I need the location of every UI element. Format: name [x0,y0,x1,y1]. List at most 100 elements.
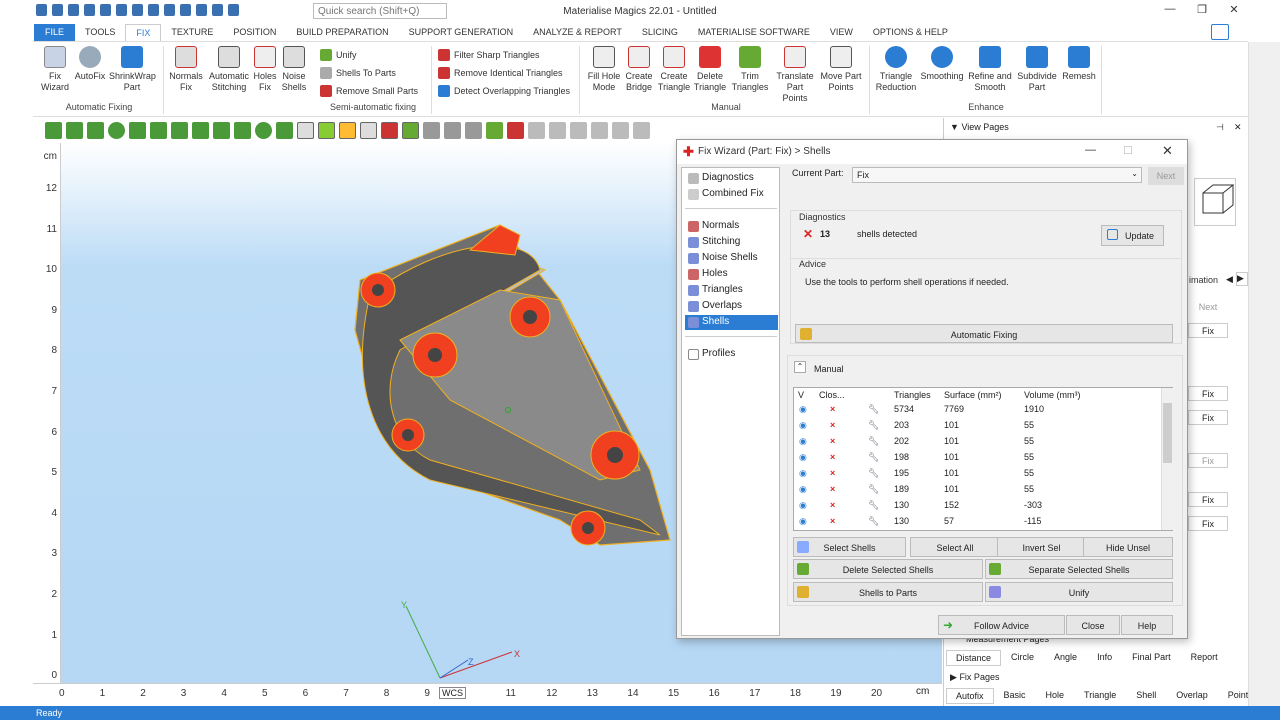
surface-select-icon[interactable] [87,121,104,139]
select-icon[interactable] [164,4,175,16]
eye-icon[interactable]: ◉ [799,484,807,495]
triangle-reduction-button[interactable]: Triangle Reduction [875,46,917,93]
dialog-maximize-icon[interactable]: ☐ [1123,144,1133,157]
menu-slicing[interactable]: SLICING [632,24,688,42]
quick-search-input[interactable] [313,3,447,19]
tab-angle[interactable]: Angle [1044,650,1087,666]
nav-noise-shells[interactable]: Noise Shells [685,251,778,266]
restore-icon[interactable]: ❐ [1192,3,1212,19]
right-fix-button-1[interactable]: Fix [1188,323,1228,338]
unmark-icon[interactable] [423,121,440,139]
right-fix-button-2[interactable]: Fix [1188,386,1228,401]
col-triangles[interactable]: Triangles [894,390,931,400]
tab-info[interactable]: Info [1087,650,1122,666]
sphere-select-icon[interactable] [255,121,272,139]
autofix-button[interactable]: AutoFix [73,46,107,82]
panel-close-icon[interactable]: ✕ [1234,122,1242,133]
close-icon[interactable]: ✕ [1224,3,1244,19]
cube-view-icon[interactable] [297,121,314,139]
table-row[interactable]: ◉ × 🔧︎ 198 101 55 [794,450,1162,466]
unify-button[interactable]: Unify [320,49,357,61]
delete-selected-shells-button[interactable]: Delete Selected Shells [793,559,983,579]
detect-overlapping-button[interactable]: Detect Overlapping Triangles [438,85,570,97]
nav-triangles[interactable]: Triangles [685,283,778,298]
select-shells-button[interactable]: Select Shells [793,537,906,557]
nav-diagnostics[interactable]: Diagnostics [685,171,778,186]
separate-selected-shells-button[interactable]: Separate Selected Shells [985,559,1173,579]
menu-tools[interactable]: TOOLS [75,24,125,42]
menu-support-generation[interactable]: SUPPORT GENERATION [399,24,524,42]
cube-green-icon[interactable] [318,121,335,139]
right-fix-button-5[interactable]: Fix [1188,492,1228,507]
table-row[interactable]: ◉ × 🔧︎ 195 101 55 [794,466,1162,482]
noise-shells-button[interactable]: Noise Shells [279,46,309,93]
save-as-icon[interactable] [100,4,111,16]
col-visible[interactable]: V [798,390,804,400]
select-all-button[interactable]: Select All [910,537,1000,557]
pan-icon[interactable] [196,4,207,16]
minimize-icon[interactable]: — [1160,3,1180,19]
remesh-button[interactable]: Remesh [1061,46,1097,82]
menu-texture[interactable]: TEXTURE [161,24,223,42]
right-scrollbar[interactable] [1248,42,1280,706]
lasso-select-icon[interactable] [150,121,167,139]
ribbon-settings-icon[interactable] [1211,24,1229,40]
unmark-all-icon[interactable] [444,121,461,139]
invert-sel-button[interactable]: Invert Sel [997,537,1086,557]
wrench-icon[interactable]: 🔧︎ [868,484,879,495]
shells-to-parts-button[interactable]: Shells To Parts [320,67,396,79]
scroll-thumb[interactable] [1163,403,1172,463]
fan-select-icon[interactable] [234,121,251,139]
tab-shell[interactable]: Shell [1126,688,1166,704]
menu-options-help[interactable]: OPTIONS & HELP [863,24,958,42]
tab-hole[interactable]: Hole [1036,688,1075,704]
unify-button[interactable]: Unify [985,582,1173,602]
table-row[interactable]: ◉ × 🔧︎ 203 101 55 [794,418,1162,434]
holes-fix-button[interactable]: Holes Fix [253,46,277,93]
wrench-icon[interactable]: 🔧︎ [868,420,879,431]
filter-sharp-triangles-button[interactable]: Filter Sharp Triangles [438,49,540,61]
right-fix-button-6[interactable]: Fix [1188,516,1228,531]
new-icon[interactable] [52,4,63,16]
update-button[interactable]: Update [1101,225,1164,246]
tab-triangle[interactable]: Triangle [1074,688,1126,704]
plane-select-icon[interactable] [66,121,83,139]
follow-advice-button[interactable]: ➜ Follow Advice [938,615,1065,635]
shrinkwrap-button[interactable]: ShrinkWrap Part [109,46,156,93]
col-volume[interactable]: Volume (mm³) [1024,390,1081,400]
search-icon[interactable] [228,4,239,16]
menu-materialise-software[interactable]: MATERIALISE SOFTWARE [688,24,820,42]
wrench-icon[interactable]: 🔧︎ [868,500,879,511]
fill-hole-mode-button[interactable]: Fill Hole Mode [585,46,623,93]
help-button[interactable]: Help [1121,615,1173,635]
right-fix-button-3[interactable]: Fix [1188,410,1228,425]
translate-part-points-button[interactable]: Translate Part Points [773,46,817,104]
cube-outline-icon[interactable] [360,121,377,139]
wrench-icon[interactable]: 🔧︎ [868,468,879,479]
trim-triangles-button[interactable]: Trim Triangles [730,46,770,93]
wrench-icon[interactable]: 🔧︎ [868,404,879,415]
hide-unsel-button[interactable]: Hide Unsel [1083,537,1173,557]
create-triangle-button[interactable]: Create Triangle [657,46,691,93]
nav-overlaps[interactable]: Overlaps [685,299,778,314]
col-surface[interactable]: Surface (mm²) [944,390,1002,400]
fix-pages-header[interactable]: ▶ Fix Pages [950,672,999,683]
table-scrollbar[interactable] [1161,388,1173,530]
col-closed[interactable]: Clos... [819,390,845,400]
table-row[interactable]: ◉ × 🔧︎ 5734 7769 1910 [794,402,1162,418]
delete-triangle-button[interactable]: Delete Triangle [693,46,727,93]
table-row[interactable]: ◉ × 🔧︎ 130 152 -303 [794,498,1162,514]
menu-view[interactable]: VIEW [820,24,863,42]
move-part-points-button[interactable]: Move Part Points [819,46,863,93]
quick-access-toolbar[interactable] [36,4,239,16]
menu-position[interactable]: POSITION [223,24,286,42]
tab-circle[interactable]: Circle [1001,650,1044,666]
dialog-minimize-icon[interactable]: — [1085,144,1096,156]
view-pages-header[interactable]: ▼ View Pages [950,122,1009,132]
nav-combined-fix[interactable]: Combined Fix [685,187,778,202]
delete-marked-icon[interactable] [507,121,524,139]
wrap-select-icon[interactable] [276,121,293,139]
save-icon[interactable] [84,4,95,16]
wrench-icon[interactable]: 🔧︎ [868,452,879,463]
refine-smooth-button[interactable]: Refine and Smooth [967,46,1013,93]
